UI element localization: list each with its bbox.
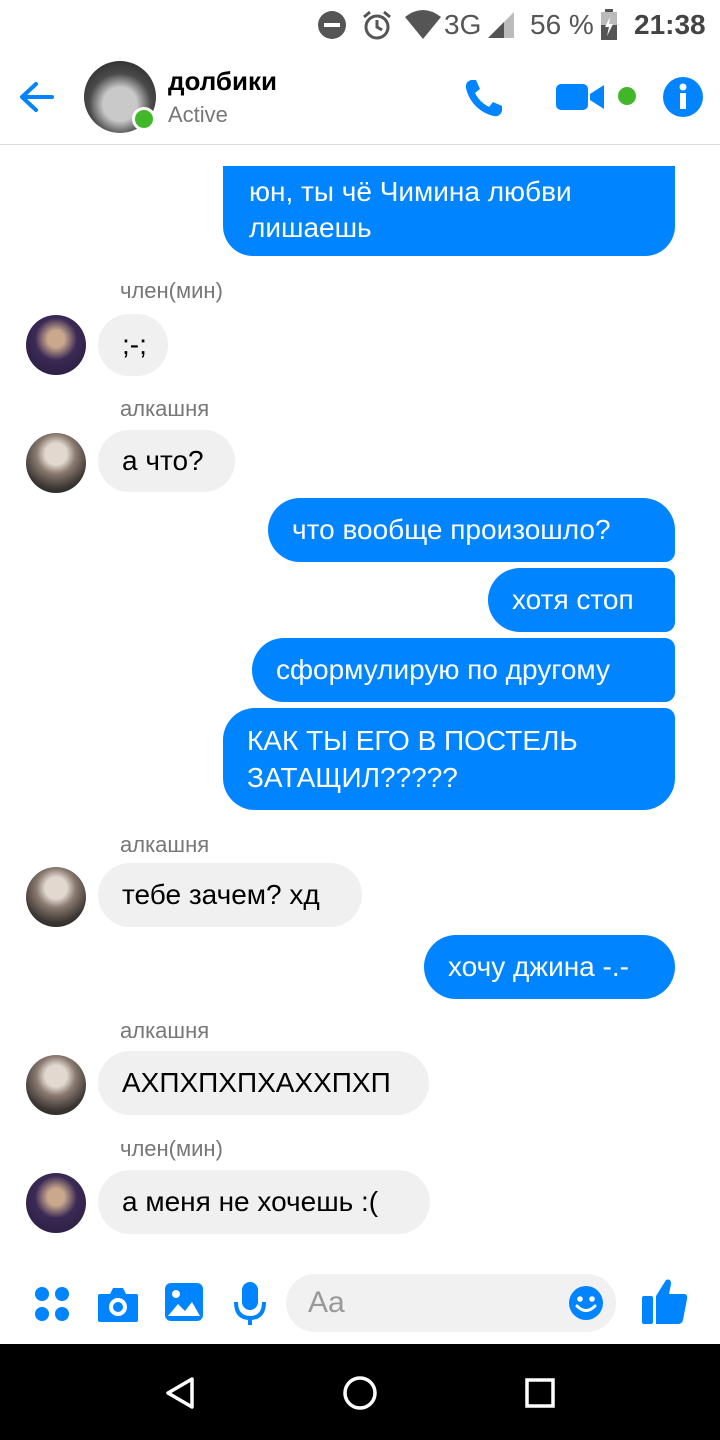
video-call-icon[interactable] [556, 80, 606, 119]
video-active-dot [618, 87, 636, 105]
sender-name: член(мин) [120, 1136, 223, 1161]
message-bubble-outgoing[interactable]: КАК ТЫ ЕГО В ПОСТЕЛЬ ЗАТАЩИЛ????? [223, 708, 675, 810]
cell-signal-icon [486, 0, 516, 50]
sender-name: член(мин) [120, 278, 223, 303]
message-input-placeholder: Aa [308, 1286, 345, 1319]
recents-square-icon[interactable] [524, 1377, 556, 1414]
message-bubble-incoming[interactable]: АХПХПХПХАХХПХП [98, 1051, 429, 1115]
home-circle-icon[interactable] [342, 1375, 378, 1416]
message-bubble-incoming[interactable]: тебе зачем? хд [98, 863, 362, 927]
sender-avatar[interactable] [26, 1173, 86, 1233]
message-bubble-outgoing[interactable]: сформулирую по другому [252, 638, 675, 702]
sender-name: алкашня [120, 1018, 210, 1043]
message-composer: Aa [0, 1262, 720, 1344]
back-triangle-icon[interactable] [164, 1376, 196, 1415]
network-type: 3G [444, 9, 482, 40]
message-bubble-outgoing[interactable]: что вообще произошло? [268, 498, 675, 562]
sender-avatar[interactable] [26, 867, 86, 927]
message-bubble-outgoing[interactable]: хочу джина -.- [424, 935, 675, 999]
conversation-status: Active [168, 102, 228, 127]
gallery-icon[interactable] [164, 1282, 204, 1327]
battery-percent: 56 % [530, 9, 594, 40]
info-icon[interactable] [662, 76, 704, 123]
sender-avatar[interactable] [26, 1055, 86, 1115]
clock: 21:38 [634, 9, 706, 40]
sender-avatar[interactable] [26, 315, 86, 375]
message-bubble-outgoing[interactable]: юн, ты чё Чимина любви лишаешь [223, 166, 675, 256]
microphone-icon[interactable] [232, 1280, 268, 1331]
phone-call-icon[interactable] [462, 76, 506, 125]
battery-icon [600, 0, 618, 50]
conversation-title[interactable]: долбики [168, 66, 277, 97]
back-arrow-icon[interactable] [14, 74, 60, 120]
sender-avatar[interactable] [26, 433, 86, 493]
emoji-icon[interactable] [568, 1285, 604, 1326]
sender-name: алкашня [120, 396, 210, 421]
message-bubble-incoming[interactable]: ;-; [98, 314, 168, 376]
sender-name: алкашня [120, 832, 210, 857]
status-bar: 3G 56 % 21:38 [0, 0, 720, 50]
message-bubble-incoming[interactable]: а что? [98, 430, 235, 492]
wifi-icon [404, 0, 442, 50]
message-input[interactable]: Aa [286, 1274, 616, 1332]
android-navigation-bar [0, 1344, 720, 1440]
active-status-dot [132, 107, 156, 131]
message-bubble-incoming[interactable]: а меня не хочешь :( [98, 1170, 430, 1234]
more-apps-icon[interactable] [32, 1284, 72, 1329]
conversation-header: долбики Active [0, 50, 720, 145]
message-bubble-outgoing[interactable]: хотя стоп [488, 568, 675, 632]
camera-icon[interactable] [96, 1284, 140, 1329]
alarm-icon [360, 0, 394, 50]
do-not-disturb-icon [316, 0, 348, 50]
thumbs-up-icon[interactable] [640, 1276, 690, 1331]
